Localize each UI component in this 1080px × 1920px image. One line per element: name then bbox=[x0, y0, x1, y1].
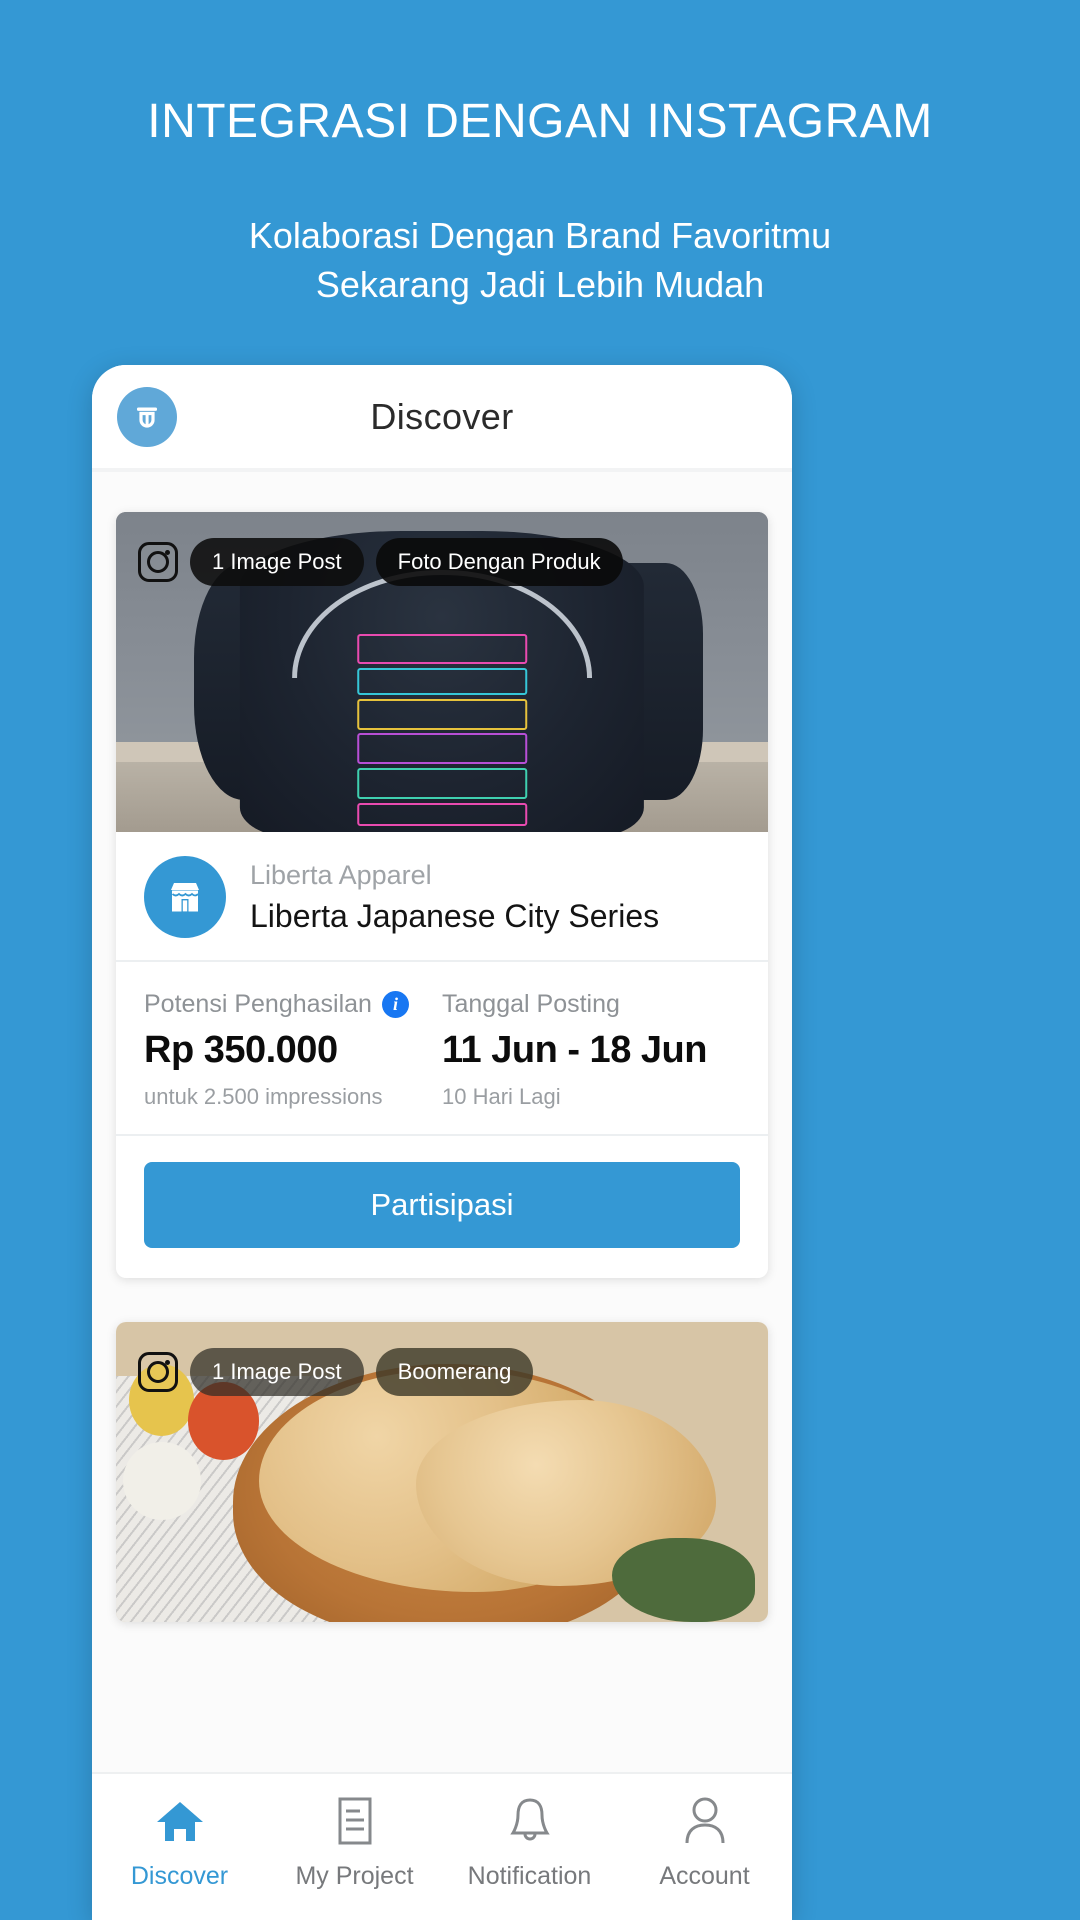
instagram-icon bbox=[138, 542, 178, 582]
nav-label-my-project: My Project bbox=[295, 1862, 414, 1890]
nav-label-notification: Notification bbox=[467, 1862, 592, 1890]
cta-container: Partisipasi bbox=[116, 1136, 768, 1278]
campaign-card[interactable]: 1 Image Post Foto Dengan Produk Liberta … bbox=[116, 512, 768, 1278]
badge-post-type: 1 Image Post bbox=[190, 538, 364, 586]
media-badges-secondary: 1 Image Post Boomerang bbox=[138, 1348, 534, 1396]
stat-earnings-label: Potensi Penghasilan bbox=[144, 990, 372, 1018]
promo-subtitle-line2: Sekarang Jadi Lebih Mudah bbox=[315, 264, 765, 306]
bell-icon bbox=[507, 1794, 553, 1848]
neon-graphic bbox=[357, 633, 527, 826]
brand-row[interactable]: Liberta Apparel Liberta Japanese City Se… bbox=[116, 832, 768, 962]
promo-subtitle-line1: Kolaborasi Dengan Brand Favoritmu bbox=[248, 214, 832, 256]
instagram-icon bbox=[138, 1352, 178, 1392]
badge-content-type-secondary: Boomerang bbox=[375, 1348, 534, 1396]
campaign-card-secondary[interactable]: 1 Image Post Boomerang bbox=[116, 1322, 768, 1622]
badge-content-type: Foto Dengan Produk bbox=[375, 538, 623, 586]
storefront-icon bbox=[144, 856, 226, 938]
stat-date-label-row: Tanggal Posting bbox=[442, 990, 740, 1019]
campaign-title: Liberta Japanese City Series bbox=[250, 897, 660, 934]
badge-post-type-secondary: 1 Image Post bbox=[190, 1348, 364, 1396]
media-badges: 1 Image Post Foto Dengan Produk bbox=[138, 538, 623, 586]
nav-label-discover: Discover bbox=[130, 1862, 229, 1890]
campaign-media[interactable]: 1 Image Post Foto Dengan Produk bbox=[116, 512, 768, 832]
campaign-media-secondary[interactable]: 1 Image Post Boomerang bbox=[116, 1322, 768, 1622]
bottom-navigation: Discover My Project Notification Account bbox=[92, 1772, 792, 1920]
nav-item-my-project[interactable]: My Project bbox=[267, 1794, 442, 1891]
stat-earnings-label-row: Potensi Penghasilan i bbox=[144, 990, 442, 1019]
person-icon bbox=[682, 1794, 728, 1848]
campaign-stats: Potensi Penghasilan i Rp 350.000 untuk 2… bbox=[116, 962, 768, 1136]
nav-item-account[interactable]: Account bbox=[617, 1794, 792, 1891]
phone-mockup: Discover 1 Image Post Foto Dengan Produk… bbox=[92, 365, 792, 1920]
promo-subtitle: Kolaborasi Dengan Brand Favoritmu Sekara… bbox=[0, 211, 1080, 310]
page-title: Discover bbox=[370, 395, 514, 437]
stat-earnings-value: Rp 350.000 bbox=[144, 1029, 338, 1071]
stat-date-value: 11 Jun - 18 Jun bbox=[442, 1029, 707, 1071]
promo-title: INTEGRASI DENGAN INSTAGRAM bbox=[147, 95, 933, 148]
participate-button[interactable]: Partisipasi bbox=[144, 1162, 740, 1248]
document-icon bbox=[334, 1794, 376, 1848]
stat-posting-date: Tanggal Posting 11 Jun - 18 Jun 10 Hari … bbox=[442, 990, 740, 1110]
nav-label-account: Account bbox=[659, 1862, 750, 1890]
nav-item-discover[interactable]: Discover bbox=[92, 1794, 267, 1891]
app-logo-icon[interactable] bbox=[117, 387, 177, 447]
stat-date-sub: 10 Hari Lagi bbox=[442, 1084, 561, 1109]
home-icon bbox=[155, 1794, 205, 1848]
info-icon[interactable]: i bbox=[381, 991, 409, 1018]
nav-item-notification[interactable]: Notification bbox=[442, 1794, 617, 1891]
stat-earnings-sub: untuk 2.500 impressions bbox=[144, 1084, 383, 1109]
stat-earnings: Potensi Penghasilan i Rp 350.000 untuk 2… bbox=[144, 990, 442, 1110]
promo-header: INTEGRASI DENGAN INSTAGRAM Kolaborasi De… bbox=[0, 0, 1080, 310]
stat-date-label: Tanggal Posting bbox=[442, 990, 620, 1018]
feed-scroll-area[interactable]: 1 Image Post Foto Dengan Produk Liberta … bbox=[92, 472, 792, 1920]
brand-name: Liberta Apparel bbox=[250, 859, 432, 890]
app-bar: Discover bbox=[92, 365, 792, 468]
